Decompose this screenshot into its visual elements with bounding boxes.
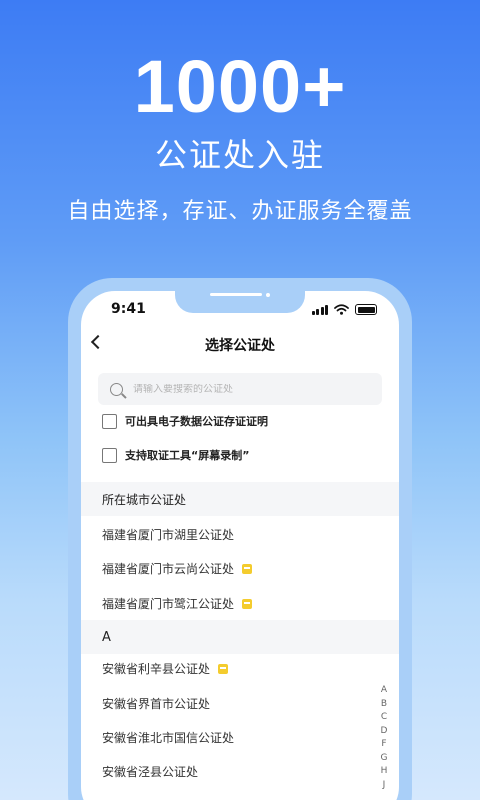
status-icons xyxy=(311,304,377,315)
index-letter[interactable]: F xyxy=(381,738,386,752)
checkbox[interactable] xyxy=(102,447,117,463)
index-letter[interactable]: A xyxy=(381,684,387,698)
search-box[interactable] xyxy=(98,373,382,405)
index-letter[interactable]: B xyxy=(381,698,387,712)
filter-label: 支持取证工具“屏幕录制” xyxy=(125,449,250,462)
page-title: 选择公证处 xyxy=(205,338,275,354)
alphabet-index[interactable]: A B C D F G H J xyxy=(378,684,390,792)
item-name: 福建省厦门市云尚公证处 xyxy=(102,562,235,576)
item-name: 安徽省淮北市国信公证处 xyxy=(102,731,235,745)
index-letter[interactable]: C xyxy=(381,711,387,725)
checkbox[interactable] xyxy=(102,413,117,429)
item-name: 福建省厦门市鹭江公证处 xyxy=(102,597,235,611)
index-letter[interactable]: G xyxy=(381,752,388,766)
list-item[interactable]: 安徽省界首市公证处 xyxy=(102,695,210,712)
badge-icon xyxy=(242,598,253,609)
phone-notch xyxy=(175,291,305,313)
wifi-icon xyxy=(334,304,349,315)
filter-screen-recording[interactable]: 支持取证工具“屏幕录制” xyxy=(102,447,249,463)
badge-icon xyxy=(218,663,229,674)
list-item[interactable]: 安徽省泾县公证处 xyxy=(102,763,198,780)
list-item[interactable]: 福建省厦门市湖里公证处 xyxy=(102,526,234,543)
status-time: 9:41 xyxy=(111,301,146,317)
hero-number: 1000+ xyxy=(133,45,347,128)
hero-title: 公证处入驻 xyxy=(154,136,325,174)
search-input[interactable] xyxy=(133,383,363,395)
index-letter[interactable]: J xyxy=(383,779,386,793)
item-name: 安徽省界首市公证处 xyxy=(102,697,211,711)
list-item[interactable]: 福建省厦门市云尚公证处 xyxy=(102,560,253,577)
index-letter[interactable]: D xyxy=(381,725,388,739)
nav-bar: 选择公证处 xyxy=(81,331,399,359)
item-name: 福建省厦门市湖里公证处 xyxy=(102,528,235,542)
hero-subtitle: 自由选择，存证、办证服务全覆盖 xyxy=(67,199,413,224)
search-icon xyxy=(110,382,123,396)
phone-screen: 9:41 选择公证处 可出具电子数据公证存证证明 支持取证工具“屏幕录制” 所在… xyxy=(81,291,399,800)
list-item[interactable]: 福建省厦门市鹭江公证处 xyxy=(102,595,253,612)
list-item[interactable]: 安徽省利辛县公证处 xyxy=(102,660,229,677)
camera-dot xyxy=(266,293,270,297)
filter-label: 可出具电子数据公证存证证明 xyxy=(125,415,268,428)
index-letter[interactable]: H xyxy=(381,765,388,779)
item-name: 安徽省利辛县公证处 xyxy=(102,662,211,676)
filter-electronic-data[interactable]: 可出具电子数据公证存证证明 xyxy=(102,413,268,429)
battery-icon xyxy=(355,304,377,315)
section-header-a: A xyxy=(81,620,399,654)
section-header-city: 所在城市公证处 xyxy=(81,482,399,516)
item-name: 安徽省泾县公证处 xyxy=(102,765,199,779)
list-item[interactable]: 安徽省淮北市国信公证处 xyxy=(102,729,234,746)
badge-icon xyxy=(242,563,253,574)
signal-icon xyxy=(311,304,328,315)
speaker-bar xyxy=(210,293,262,296)
